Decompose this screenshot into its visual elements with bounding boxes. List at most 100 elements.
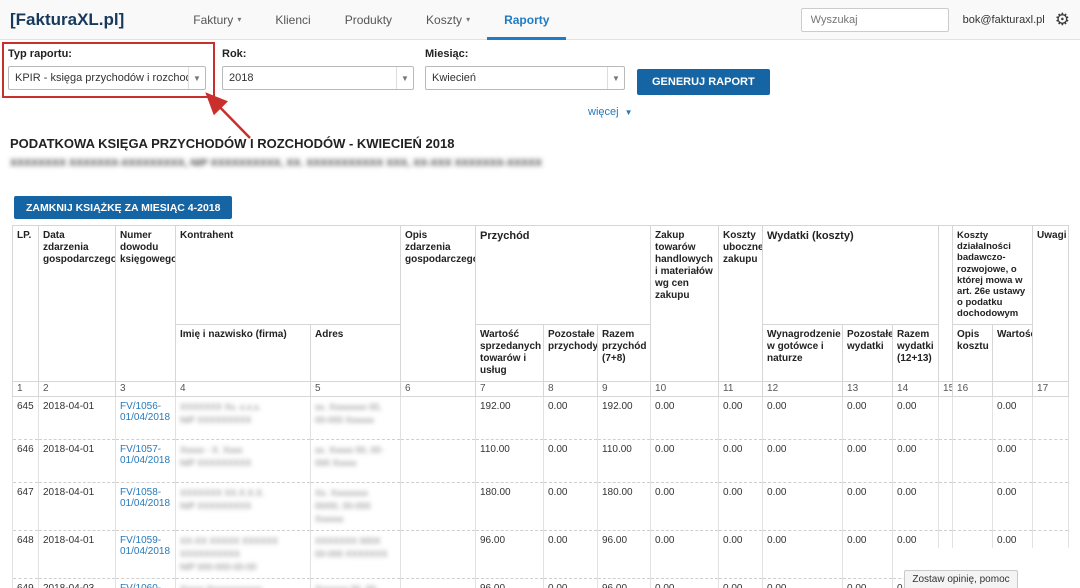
chevron-down-icon: ▼ <box>188 67 205 89</box>
col-sold-value: Wartość sprzedanych towarów i usług <box>476 324 544 381</box>
lp-cell: 648 <box>13 530 39 578</box>
col-num <box>993 381 1033 396</box>
col-expenses-total: Razem wydatki (12+13) <box>893 324 939 381</box>
month-select[interactable]: Kwiecień ▼ <box>425 66 625 90</box>
value-cell: 96.00 <box>476 578 544 588</box>
value-cell: 0.00 <box>544 439 598 482</box>
main-nav: Faktury ▾ Klienci Produkty Koszty ▾ Rapo… <box>176 0 566 40</box>
contractor-cell: Xxxxx - X. XxxxNIP XXXXXXXXX <box>176 439 311 482</box>
desc-cell <box>401 396 476 439</box>
kpir-table-row: 6452018-04-01FV/1056-01/04/2018XXXXXXX X… <box>13 396 1069 439</box>
value-cell: 0.00 <box>651 578 719 588</box>
report-filters: Typ raportu: KPIR - księga przychodów i … <box>0 40 1080 132</box>
month-group: Miesiąc: Kwiecień ▼ <box>425 48 625 90</box>
close-book-button[interactable]: ZAMKNIJ KSIĄŻKĘ ZA MIESIĄC 4-2018 <box>14 196 232 219</box>
contractor-cell: XXXXXXX XX.X.X.X.NIP XXXXXXXXX <box>176 482 311 530</box>
value-cell: 0.00 <box>763 578 843 588</box>
year-select[interactable]: 2018 ▼ <box>222 66 414 90</box>
col-lp: LP. <box>13 226 39 382</box>
contractor-cell: XXXXXXX Xx. x.x.x.NIP XXXXXXXXX <box>176 396 311 439</box>
value-cell: 0.00 <box>763 439 843 482</box>
value-cell: 0.00 <box>893 396 939 439</box>
value-cell: 0.00 <box>651 482 719 530</box>
col-notes: Uwagi <box>1033 226 1069 382</box>
invoice-link[interactable]: FV/1057-01/04/2018 <box>120 444 170 466</box>
invoice-link[interactable]: FV/1056-01/04/2018 <box>120 401 170 423</box>
value-cell: 0.00 <box>719 439 763 482</box>
value-cell: 0.00 <box>651 530 719 578</box>
col-cost-desc: Opis kosztu <box>953 324 993 381</box>
nav-faktury-label: Faktury <box>193 13 233 27</box>
chevron-down-icon: ▾ <box>466 15 470 24</box>
more-link-label: więcej <box>588 106 619 118</box>
col-num: 11 <box>719 381 763 396</box>
doc-cell: FV/1059-01/04/2018 <box>116 530 176 578</box>
nav-raporty[interactable]: Raporty <box>487 0 566 40</box>
invoice-link[interactable]: FV/1058-01/04/2018 <box>120 487 170 509</box>
col-15-empty <box>939 226 953 382</box>
value-cell: 96.00 <box>598 578 651 588</box>
year-label: Rok: <box>222 48 414 60</box>
nav-koszty[interactable]: Koszty ▾ <box>409 0 487 40</box>
value-cell: 0.00 <box>893 439 939 482</box>
col-contractor-address: Adres <box>311 324 401 381</box>
nav-klienci[interactable]: Klienci <box>258 0 327 40</box>
desc-cell <box>401 439 476 482</box>
nav-faktury[interactable]: Faktury ▾ <box>176 0 258 40</box>
lp-cell: 645 <box>13 396 39 439</box>
value-cell: 0.00 <box>993 482 1033 530</box>
address-cell: Xx. Xxxxxxxx00/00, 00-000Xxxxxx <box>311 482 401 530</box>
invoice-link[interactable]: FV/1059-01/04/2018 <box>120 535 170 557</box>
search-input[interactable] <box>811 14 953 26</box>
contractor-cell: Xxxxx XxxxxxxxxxxxNIP 0000000000 <box>176 578 311 588</box>
col-num: 2 <box>39 381 116 396</box>
col-num: 5 <box>311 381 401 396</box>
gear-icon[interactable]: ⚙ <box>1055 11 1070 28</box>
desc-cell <box>401 482 476 530</box>
col-num: 14 <box>893 381 939 396</box>
report-type-select[interactable]: KPIR - księga przychodów i rozchodów ▼ <box>8 66 206 90</box>
value-cell: 0.00 <box>719 578 763 588</box>
col-contractor-name: Imię i nazwisko (firma) <box>176 324 311 381</box>
contractor-cell: XX-XX XXXXX XXXXXXXXXXXXXXXXNIP 000-000-… <box>176 530 311 578</box>
report-title: PODATKOWA KSIĘGA PRZYCHODÓW I ROZCHODÓW … <box>10 136 1080 151</box>
col-other-expenses: Pozostałe wydatki <box>843 324 893 381</box>
col-purchase: Zakup towarów handlowych i materiałów wg… <box>651 226 719 382</box>
value-cell: 0.00 <box>719 530 763 578</box>
value-cell: 0.00 <box>763 482 843 530</box>
chevron-down-icon: ▼ <box>607 67 624 89</box>
account-email[interactable]: bok@fakturaxl.pl <box>963 14 1045 26</box>
date-cell: 2018-04-01 <box>39 439 116 482</box>
date-cell: 2018-04-01 <box>39 530 116 578</box>
value-cell: 0.00 <box>843 396 893 439</box>
col-date: Data zdarzenia gospodarczego <box>39 226 116 382</box>
col-num: 6 <box>401 381 476 396</box>
col-expenses-group: Wydatki (koszty) <box>763 226 939 325</box>
doc-cell: FV/1057-01/04/2018 <box>116 439 176 482</box>
doc-cell: FV/1058-01/04/2018 <box>116 482 176 530</box>
invoice-link[interactable]: FV/1060-03/04/2018 <box>120 583 170 588</box>
kpir-table: LP. Data zdarzenia gospodarczego Numer d… <box>12 225 1069 588</box>
desc-cell <box>401 530 476 578</box>
address-cell: Xxxxxxx 00, 00-000 Xxxxxx <box>311 578 401 588</box>
value-cell <box>939 482 953 530</box>
value-cell <box>953 396 993 439</box>
col-side-costs: Koszty uboczne zakupu <box>719 226 763 382</box>
value-cell: 110.00 <box>598 439 651 482</box>
address-cell: xx. Xxxxx 00, 00-000 Xxxxx <box>311 439 401 482</box>
col-num: 4 <box>176 381 311 396</box>
app-logo[interactable]: [FakturaXL.pl] <box>10 10 124 30</box>
value-cell: 192.00 <box>476 396 544 439</box>
date-cell: 2018-04-03 <box>39 578 116 588</box>
value-cell: 96.00 <box>598 530 651 578</box>
more-link[interactable]: więcej ▼ <box>588 106 633 118</box>
feedback-button[interactable]: Zostaw opinię, pomoc <box>904 570 1018 588</box>
value-cell <box>1033 396 1069 439</box>
col-other-income: Pozostałe przychody <box>544 324 598 381</box>
nav-produkty[interactable]: Produkty <box>328 0 409 40</box>
search-box[interactable] <box>801 8 949 32</box>
report-type-group: Typ raportu: KPIR - księga przychodów i … <box>8 48 206 90</box>
generate-report-button[interactable]: GENERUJ RAPORT <box>637 69 770 95</box>
value-cell <box>1033 482 1069 530</box>
month-value: Kwiecień <box>426 67 607 89</box>
